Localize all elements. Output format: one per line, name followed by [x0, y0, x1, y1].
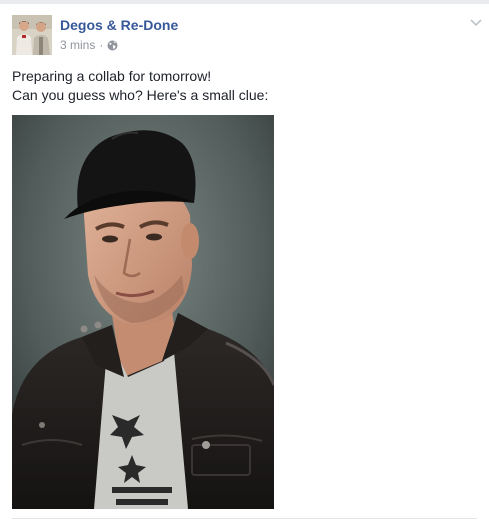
- post-text-line: Preparing a collab for tomorrow!: [12, 68, 212, 84]
- top-divider: [0, 0, 489, 4]
- chevron-down-icon[interactable]: [469, 15, 483, 27]
- avatar-image: [12, 15, 52, 55]
- post-meta: 3 mins ·: [60, 38, 118, 52]
- post-body-text: Preparing a collab for tomorrow! Can you…: [12, 67, 268, 105]
- globe-icon[interactable]: [107, 40, 118, 51]
- bottom-divider: [12, 518, 477, 519]
- post-timestamp[interactable]: 3 mins: [60, 38, 95, 52]
- author-name-link[interactable]: Degos & Re-Done: [60, 17, 178, 33]
- meta-separator: ·: [99, 38, 104, 52]
- avatar[interactable]: [12, 15, 52, 55]
- portrait-image: [12, 115, 274, 509]
- post-photo[interactable]: [12, 115, 274, 509]
- post-card: Degos & Re-Done 3 mins · Preparing a col…: [0, 0, 489, 523]
- post-text-line: Can you guess who? Here's a small clue:: [12, 87, 269, 103]
